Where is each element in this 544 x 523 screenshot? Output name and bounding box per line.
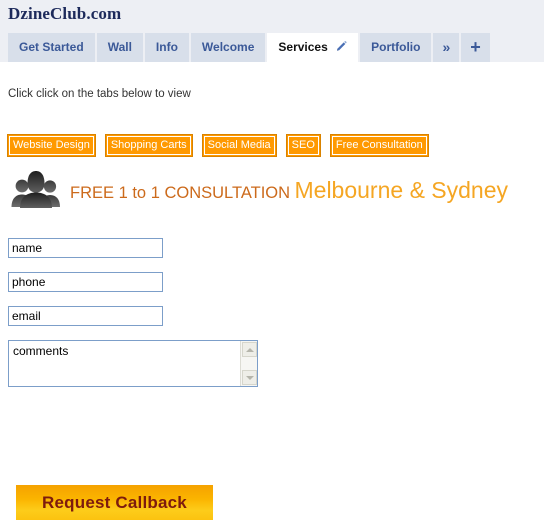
phone-input[interactable] xyxy=(8,272,163,292)
chip-website-design[interactable]: Website Design xyxy=(7,134,96,157)
tab-add-button[interactable]: + xyxy=(461,33,490,62)
app-content: Click click on the tabs below to view We… xyxy=(0,62,544,523)
tab-strip: Get Started Wall Info Welcome Services P… xyxy=(8,33,492,62)
chip-label: Website Design xyxy=(13,139,90,151)
tab-info[interactable]: Info xyxy=(144,33,189,62)
chip-label: Shopping Carts xyxy=(110,139,187,151)
chevron-up-icon xyxy=(245,347,254,352)
chip-social-media[interactable]: Social Media xyxy=(201,134,277,157)
chip-label: Social Media xyxy=(207,139,271,151)
comments-textarea[interactable] xyxy=(8,340,258,387)
chip-seo[interactable]: SEO xyxy=(285,134,321,157)
tab-label: Info xyxy=(155,40,178,54)
scroll-down-button[interactable] xyxy=(242,370,257,385)
page-title: DzineClub.com xyxy=(8,4,122,23)
tab-label: Welcome xyxy=(201,40,255,54)
page-header: DzineClub.com Get Started Wall Info Welc… xyxy=(0,0,544,62)
request-callback-button[interactable]: Request Callback xyxy=(16,485,213,520)
pencil-edit-icon[interactable] xyxy=(336,34,347,63)
promo-headline-line2: Melbourne & Sydney xyxy=(294,177,509,203)
callback-request-form xyxy=(8,238,268,387)
tab-label: Services xyxy=(278,40,328,54)
tab-label: Get Started xyxy=(19,40,84,54)
tab-services[interactable]: Services xyxy=(267,33,359,63)
tab-welcome[interactable]: Welcome xyxy=(190,33,266,62)
tab-portfolio[interactable]: Portfolio xyxy=(360,33,432,62)
promo-headline: FREE 1 to 1 CONSULTATION Melbourne & Syd… xyxy=(10,167,508,213)
tab-wall[interactable]: Wall xyxy=(96,33,143,62)
scroll-up-button[interactable] xyxy=(242,342,257,357)
chevron-down-icon xyxy=(245,375,254,380)
double-chevron-right-icon: » xyxy=(442,39,451,55)
comments-field-wrapper xyxy=(8,340,258,387)
chip-shopping-carts[interactable]: Shopping Carts xyxy=(104,134,193,157)
email-input[interactable] xyxy=(8,306,163,326)
chip-free-consultation[interactable]: Free Consultation xyxy=(329,134,429,157)
tab-label: Wall xyxy=(107,40,132,54)
tab-get-started[interactable]: Get Started xyxy=(8,33,95,62)
category-chip-row: Website Design Shopping Carts Social Med… xyxy=(7,134,438,157)
instruction-text: Click click on the tabs below to view xyxy=(8,88,191,100)
promo-headline-text: FREE 1 to 1 CONSULTATION Melbourne & Syd… xyxy=(70,177,508,203)
chip-label: Free Consultation xyxy=(335,139,423,151)
people-group-icon xyxy=(10,167,62,213)
chip-label: SEO xyxy=(291,139,315,151)
plus-icon: + xyxy=(470,37,481,57)
comments-scrollbar[interactable] xyxy=(240,341,257,386)
tab-more-button[interactable]: » xyxy=(433,33,460,62)
name-input[interactable] xyxy=(8,238,163,258)
promo-headline-line1: FREE 1 to 1 CONSULTATION xyxy=(70,184,291,202)
tab-label: Portfolio xyxy=(371,40,421,54)
